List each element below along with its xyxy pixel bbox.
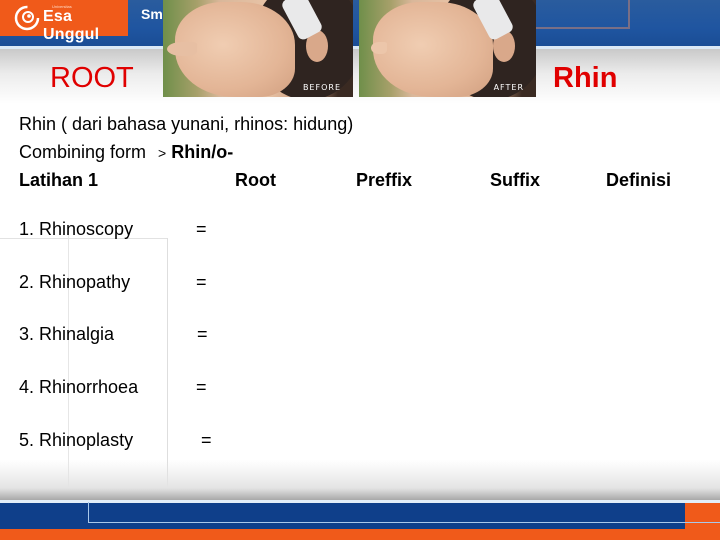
footer-orange-band — [0, 529, 720, 540]
intro-line-etymology: Rhin ( dari bahasa yunani, rhinos: hidun… — [19, 114, 354, 134]
equals-sign: = — [197, 324, 208, 344]
header-tagline: Sm — [141, 6, 163, 22]
exercise-item: 1. Rhinoscopy — [19, 219, 134, 239]
background-guide-line — [167, 238, 168, 490]
header-root: Root — [235, 170, 276, 190]
footer-decorative-frame — [88, 502, 720, 523]
brand-block: Universitas Esa Unggul — [0, 0, 128, 43]
bottom-shade — [0, 460, 720, 500]
header-definisi: Definisi — [606, 170, 672, 190]
equals-sign: = — [201, 430, 212, 450]
equals-sign: = — [196, 377, 207, 397]
photo-nose — [371, 42, 387, 54]
photo-nose — [167, 42, 197, 56]
combining-form-label: Combining form — [19, 142, 147, 162]
photo-face — [373, 2, 493, 97]
equals-sign: = — [196, 272, 207, 292]
slide-title-root: ROOT — [50, 62, 134, 94]
before-label: BEFORE — [302, 83, 341, 92]
equals-sign: = — [196, 219, 207, 239]
intro-line-combining-form: Combining form > Rhin/o- — [19, 142, 233, 163]
combining-form-value: Rhin/o- — [171, 142, 234, 162]
exercise-item: 4. Rhinorrhoea — [19, 377, 139, 397]
exercise-item: 5. Rhinoplasty — [19, 430, 134, 450]
esa-unggul-logo-icon — [14, 5, 40, 31]
brand-name: Esa Unggul — [43, 8, 100, 43]
photo-before: BEFORE — [163, 0, 353, 97]
after-label: AFTER — [493, 83, 524, 92]
arrow-symbol: > — [158, 145, 167, 161]
exercise-item: 3. Rhinalgia — [19, 324, 115, 344]
slide-title-rhin: Rhin — [553, 62, 618, 94]
header-latihan: Latihan 1 — [19, 170, 99, 190]
exercise-item: 2. Rhinopathy — [19, 272, 131, 292]
photo-after: AFTER — [359, 0, 536, 97]
header-preffix: Preffix — [356, 170, 413, 190]
header-suffix: Suffix — [490, 170, 541, 190]
